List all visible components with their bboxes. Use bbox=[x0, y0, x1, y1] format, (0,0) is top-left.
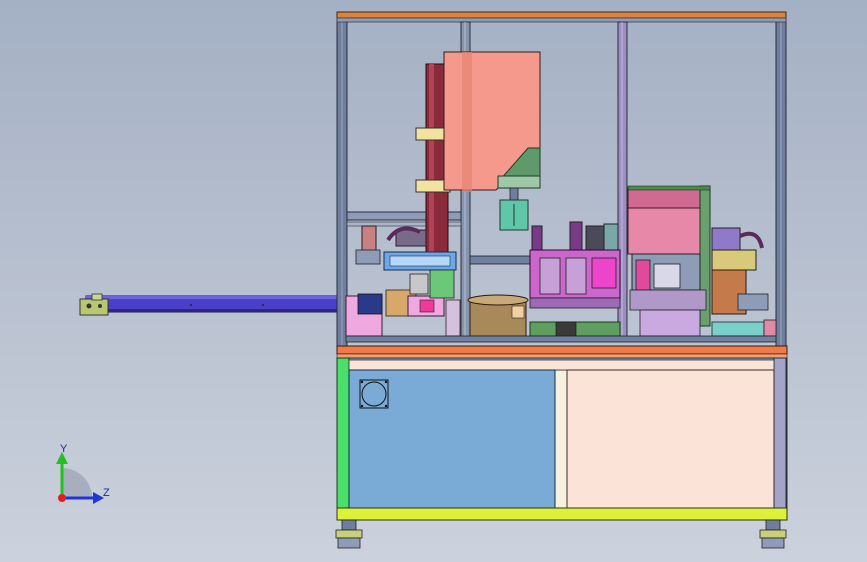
coordinate-triad: Y Z bbox=[56, 443, 110, 504]
table-top bbox=[336, 345, 788, 359]
conveyor-belt[interactable] bbox=[79, 293, 343, 316]
x-axis-dot-icon bbox=[58, 494, 66, 502]
machine-model[interactable]: Y Z bbox=[0, 0, 867, 562]
leveling-foot-left bbox=[335, 519, 363, 549]
cad-viewport[interactable]: Y Z bbox=[0, 0, 867, 562]
y-axis-label: Y bbox=[60, 443, 68, 455]
press-hood[interactable] bbox=[415, 51, 541, 265]
cabinet bbox=[336, 357, 788, 521]
cabinet-door-right[interactable] bbox=[566, 369, 775, 509]
work-plate bbox=[345, 335, 777, 343]
z-axis-label: Z bbox=[103, 487, 110, 499]
leveling-foot-right bbox=[759, 519, 787, 549]
output-station[interactable] bbox=[627, 185, 777, 337]
cabinet-door-left[interactable] bbox=[348, 369, 556, 509]
assembly-station[interactable] bbox=[529, 221, 621, 337]
